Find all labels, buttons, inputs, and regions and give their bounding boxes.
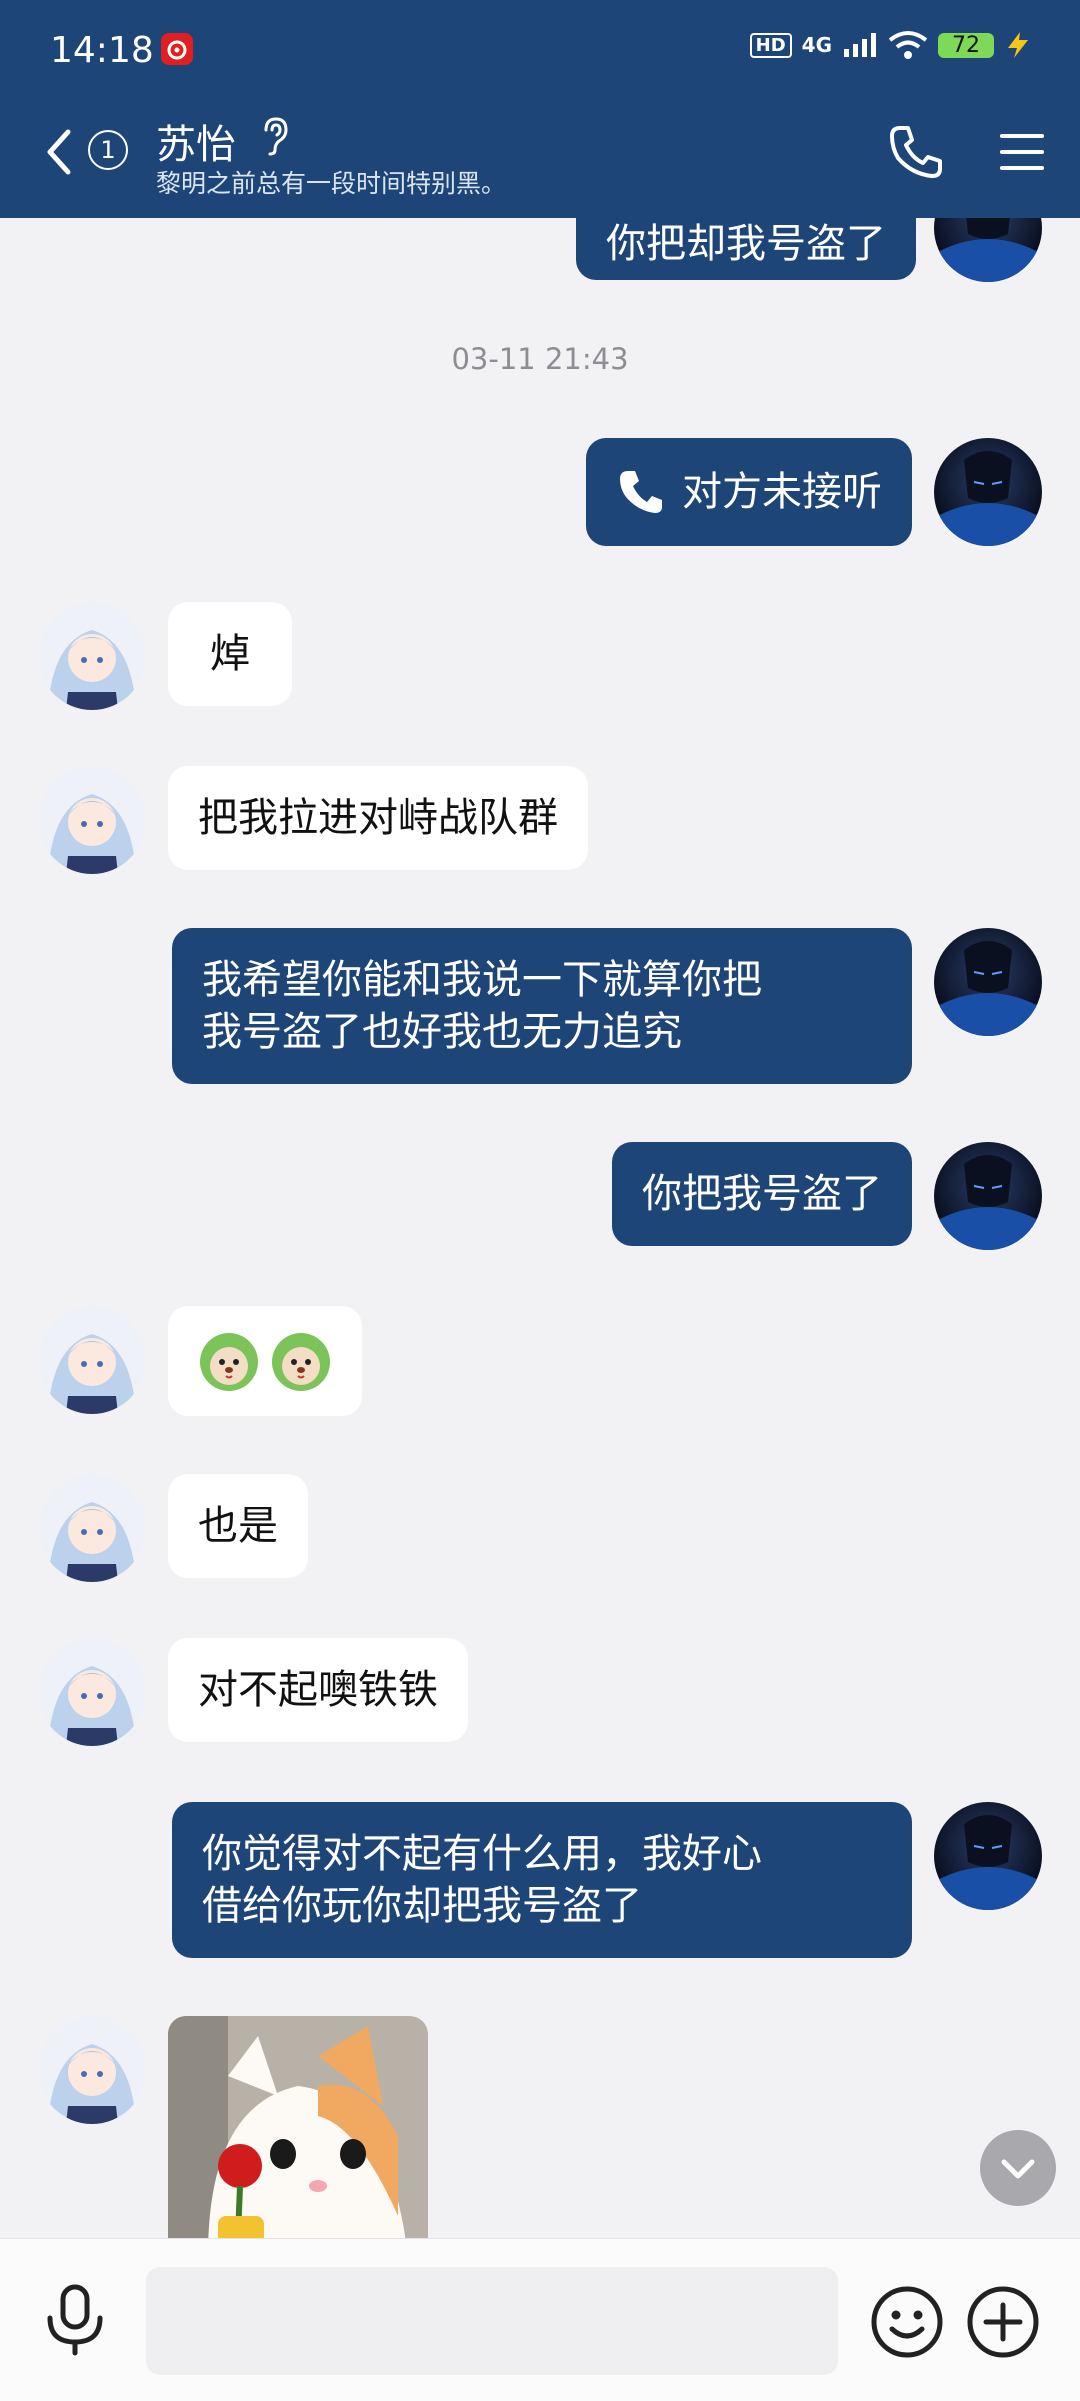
phone-call-button[interactable]	[886, 122, 946, 182]
voice-input-button[interactable]	[44, 2284, 106, 2356]
message-text: 你把却我号盗了	[606, 221, 886, 267]
status-icons: HD 4G 72	[749, 30, 1032, 60]
contact-avatar[interactable]	[38, 1638, 146, 1746]
call-record-bubble[interactable]: 对方未接听	[586, 438, 912, 546]
more-actions-button[interactable]	[966, 2285, 1040, 2359]
earpiece-mode-icon	[264, 117, 288, 156]
menu-button[interactable]	[998, 128, 1046, 176]
contact-name[interactable]: 苏怡	[156, 112, 236, 170]
message-bubble-sent[interactable]: 我希望你能和我说一下就算你把 我号盗了也好我也无力追究	[172, 928, 912, 1084]
contact-avatar[interactable]	[38, 2016, 146, 2124]
signal-icon	[844, 33, 876, 57]
message-text-line: 你觉得对不起有什么用，我好心	[202, 1831, 762, 1877]
chat-message-list[interactable]: 你把却我号盗了 03-11 21:43 对方未接听 焯 把我拉进对峙战队群 我希…	[0, 218, 1080, 2238]
battery-indicator: 72	[938, 32, 994, 58]
message-timestamp: 03-11 21:43	[451, 342, 629, 376]
unread-count-badge[interactable]: 1	[88, 130, 128, 170]
message-bubble-received[interactable]: 对不起噢铁铁	[168, 1638, 468, 1742]
cabbage-dog-emoji-icon	[272, 1333, 330, 1391]
message-bubble-received[interactable]: 焯	[168, 602, 292, 706]
contact-avatar[interactable]	[38, 1306, 146, 1414]
message-text: 你把我号盗了	[642, 1171, 882, 1217]
chat-header: 14:18 HD 4G 72 1 苏怡 黎明之前总有一段时间特别黑。	[0, 0, 1080, 218]
contact-avatar[interactable]	[38, 602, 146, 710]
contact-signature: 黎明之前总有一段时间特别黑。	[156, 169, 507, 198]
chevron-down-icon	[1001, 2159, 1035, 2179]
cat-with-rose-sticker[interactable]	[168, 2016, 428, 2238]
charging-icon	[1008, 32, 1028, 58]
netease-music-icon	[161, 33, 193, 65]
contact-avatar[interactable]	[38, 766, 146, 874]
my-avatar[interactable]	[934, 218, 1042, 282]
scroll-to-bottom-button[interactable]	[980, 2130, 1056, 2206]
message-bubble-received[interactable]	[168, 1306, 362, 1416]
message-text-line: 借给你玩你却把我号盗了	[202, 1883, 642, 1929]
contact-avatar[interactable]	[38, 1474, 146, 1582]
message-input[interactable]	[146, 2267, 838, 2375]
message-bubble-received[interactable]: 也是	[168, 1474, 308, 1578]
emoji-button[interactable]	[870, 2285, 944, 2359]
message-text-line: 我希望你能和我说一下就算你把	[202, 957, 762, 1003]
network-label: 4G	[801, 33, 832, 57]
status-time: 14:18	[50, 30, 154, 71]
message-bubble-sent[interactable]: 你把却我号盗了	[576, 218, 916, 280]
my-avatar[interactable]	[934, 928, 1042, 1036]
my-avatar[interactable]	[934, 438, 1042, 546]
back-button[interactable]	[42, 128, 76, 176]
input-bar	[0, 2238, 1080, 2401]
my-avatar[interactable]	[934, 1802, 1042, 1910]
message-bubble-received[interactable]: 把我拉进对峙战队群	[168, 766, 588, 870]
message-text-line: 我号盗了也好我也无力追究	[202, 1009, 682, 1055]
call-status-text: 对方未接听	[682, 469, 882, 515]
message-text: 对不起噢铁铁	[198, 1667, 438, 1713]
cabbage-dog-emoji-icon	[200, 1333, 258, 1391]
message-text: 也是	[198, 1503, 278, 1549]
message-text: 焯	[210, 631, 250, 677]
wifi-icon	[888, 31, 928, 59]
hd-badge: HD	[749, 32, 792, 58]
message-bubble-sent[interactable]: 你把我号盗了	[612, 1142, 912, 1246]
my-avatar[interactable]	[934, 1142, 1042, 1250]
phone-icon	[620, 471, 662, 513]
message-text: 把我拉进对峙战队群	[198, 795, 558, 841]
message-bubble-sent[interactable]: 你觉得对不起有什么用，我好心 借给你玩你却把我号盗了	[172, 1802, 912, 1958]
